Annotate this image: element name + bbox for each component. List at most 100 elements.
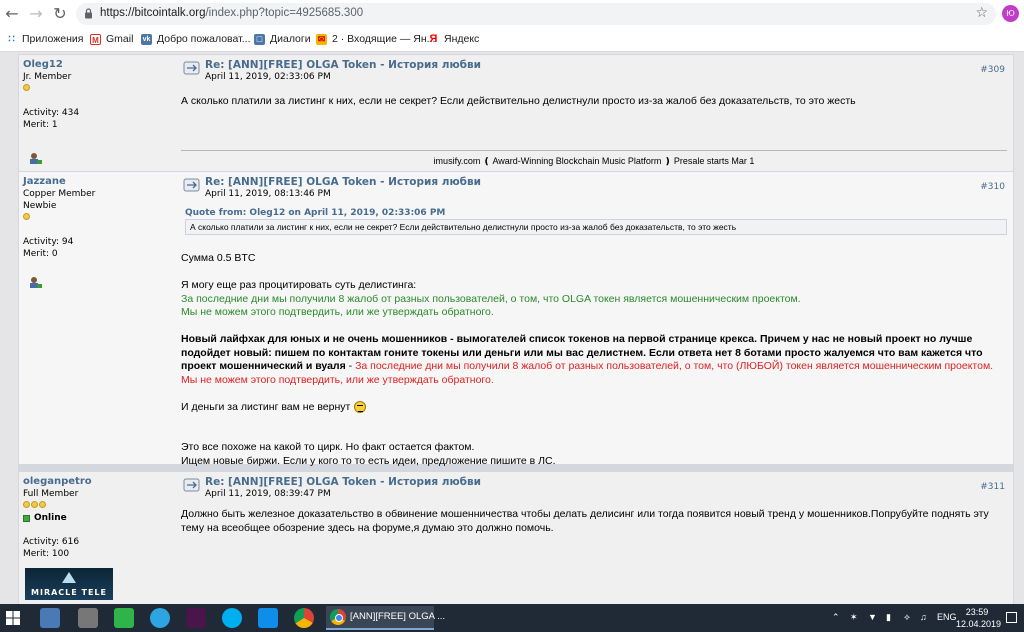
bookmark-yandex[interactable]: Я Яндекс: [428, 31, 480, 47]
notes-app-icon[interactable]: [40, 608, 60, 628]
skype-icon[interactable]: [222, 608, 242, 628]
reload-icon[interactable]: ↻: [50, 4, 70, 24]
address-bar[interactable]: https://bitcointalk.org/index.php?topic=…: [76, 3, 996, 25]
bookmark-label: Диалоги: [270, 33, 311, 45]
post-line: Ищем новые биржи. Если у кого то то есть…: [181, 454, 556, 467]
post-header: Re: [ANN][FREE] OLGA Token - История люб…: [183, 59, 1009, 82]
telegram-icon[interactable]: [150, 608, 170, 628]
red-text-line: Мы не можем этого подтвердить, или же ут…: [181, 373, 494, 386]
poster-name[interactable]: Oleg12: [23, 59, 173, 71]
bookmark-yandex-mail[interactable]: ✉ 2 · Входящие — Ян...: [316, 31, 435, 47]
online-label: Online: [34, 513, 67, 523]
taskbar-window-chrome[interactable]: [ANN][FREE] OLGA ...: [326, 606, 445, 630]
bookmark-apps[interactable]: ∷ Приложения: [6, 31, 83, 47]
poster-name[interactable]: Jazzane: [23, 176, 173, 188]
bookmarks-bar: ∷ Приложения M Gmail vk Добро пожаловат.…: [0, 28, 1024, 50]
bookmark-dialogs[interactable]: □ Диалоги: [254, 31, 311, 47]
windows-taskbar: [ANN][FREE] OLGA ... ⌃ ✶ ▼ ▮ ⟡ ♫ ENG 23:…: [0, 604, 1024, 632]
gmail-icon: M: [90, 33, 101, 45]
avatar-image: MIRACLE TELE: [25, 568, 113, 600]
mail-icon: ✉: [316, 33, 327, 45]
bookmark-label: Gmail: [106, 33, 134, 45]
coin-icon: [23, 501, 30, 508]
bookmark-label: 2 · Входящие — Ян...: [332, 33, 436, 45]
post-icon: [183, 178, 200, 192]
poster-activity: Activity: 434: [23, 108, 80, 118]
user-profile-icon[interactable]: [29, 152, 42, 165]
post-311: oleganpetro Full Member Online Activity:…: [19, 472, 1013, 604]
bookmark-vk[interactable]: vk Добро пожаловат...: [141, 31, 251, 47]
tray-chevron-icon[interactable]: ⌃: [832, 612, 840, 623]
calculator-icon[interactable]: [78, 608, 98, 628]
notifications-icon[interactable]: [1006, 612, 1017, 623]
quoted-notice-line: За последние дни мы получили 8 жалоб от …: [181, 292, 801, 305]
post-line: Сумма 0.5 BTC: [181, 252, 256, 264]
post-title[interactable]: Re: [ANN][FREE] OLGA Token - История люб…: [205, 176, 481, 188]
dash-text: -: [345, 360, 356, 372]
windows-start-icon[interactable]: [6, 611, 20, 625]
red-text: За последние дни мы получили 8 жалоб от …: [355, 360, 994, 372]
chrome-icon[interactable]: [294, 608, 314, 628]
post-header: Re: [ANN][FREE] OLGA Token - История люб…: [183, 176, 1009, 199]
yandex-icon: Я: [429, 32, 438, 45]
poster-rank-secondary: Newbie: [23, 201, 57, 211]
back-icon[interactable]: ←: [2, 4, 22, 24]
post-line-text: И деньги за листинг вам не вернут: [181, 400, 351, 413]
lock-icon: [85, 8, 92, 19]
rank-coins: [23, 500, 173, 512]
post-number[interactable]: #310: [980, 182, 1005, 192]
post-line: Я могу еще раз процитировать суть делист…: [181, 279, 417, 291]
url-path: /index.php?topic=4925685.300: [205, 7, 364, 19]
poster-rank: Copper Member: [23, 189, 96, 199]
post-310: Jazzane Copper Member Newbie Activity: 9…: [19, 172, 1013, 467]
wifi-icon[interactable]: ⟡: [904, 612, 910, 623]
volume-icon[interactable]: ♫: [920, 612, 927, 622]
post-body: Должно быть железное доказательство в об…: [181, 508, 1007, 535]
ad-banner[interactable]: imusify.com ❪ Award-Winning Blockchain M…: [181, 156, 1007, 167]
quote-box: А сколько платили за листинг к них, если…: [185, 219, 1007, 235]
post-body: А сколько платили за листинг к них, если…: [181, 95, 1007, 109]
forward-icon[interactable]: →: [26, 4, 46, 24]
bookmark-label: Приложения: [22, 33, 84, 45]
post-icon: [183, 478, 200, 492]
slack-icon[interactable]: [186, 608, 206, 628]
post-icon: [183, 61, 200, 75]
profile-avatar[interactable]: Ю: [1002, 5, 1019, 22]
post-line: И деньги за листинг вам не вернут: [181, 401, 1007, 415]
bookmark-star-icon[interactable]: ☆: [975, 5, 988, 21]
bluetooth-icon[interactable]: ✶: [850, 612, 858, 623]
forum-thread: Oleg12 Jr. Member Activity: 434 Merit: 1…: [18, 54, 1014, 604]
browser-chrome: ← → ↻ https://bitcointalk.org/index.php?…: [0, 0, 1024, 52]
coin-icon: [31, 501, 38, 508]
online-status: Online: [23, 512, 173, 524]
clock-time: 23:59: [965, 607, 989, 617]
battery-icon[interactable]: ▮: [886, 612, 891, 623]
network-icon[interactable]: ▼: [868, 612, 877, 622]
post-title[interactable]: Re: [ANN][FREE] OLGA Token - История люб…: [205, 476, 481, 488]
apps-grid-icon: ∷: [8, 33, 15, 45]
post-text: Должно быть железное доказательство в об…: [181, 508, 989, 534]
address-row: ← → ↻ https://bitcointalk.org/index.php?…: [0, 0, 1024, 28]
triangle-logo-icon: [62, 572, 76, 583]
language-indicator[interactable]: ENG: [937, 612, 957, 622]
post-body: Сумма 0.5 BTC Я могу еще раз процитирова…: [181, 252, 1007, 468]
poster-name[interactable]: oleganpetro: [23, 476, 173, 488]
rank-coins: [23, 83, 173, 95]
avatar-caption: MIRACLE TELE: [31, 588, 107, 597]
user-profile-icon[interactable]: [29, 276, 42, 289]
poster-merit: Merit: 100: [23, 549, 70, 559]
chrome-small-icon: [330, 609, 346, 625]
post-title[interactable]: Re: [ANN][FREE] OLGA Token - История люб…: [205, 59, 481, 71]
system-clock[interactable]: 23:59 12.04.2019: [956, 606, 1001, 630]
teamviewer-icon[interactable]: [258, 608, 278, 628]
post-date: April 11, 2019, 08:39:47 PM: [205, 489, 331, 499]
poster-activity: Activity: 616: [23, 537, 80, 547]
post-line: Это все похоже на какой то цирк. Но факт…: [181, 441, 475, 453]
camtasia-icon[interactable]: [114, 608, 134, 628]
post-number[interactable]: #309: [980, 65, 1005, 75]
bookmark-gmail[interactable]: M Gmail: [90, 31, 133, 47]
post-number[interactable]: #311: [980, 482, 1005, 492]
quote-header[interactable]: Quote from: Oleg12 on April 11, 2019, 02…: [185, 208, 445, 218]
post-309: Oleg12 Jr. Member Activity: 434 Merit: 1…: [19, 55, 1013, 171]
bookmark-label: Яндекс: [444, 33, 480, 45]
